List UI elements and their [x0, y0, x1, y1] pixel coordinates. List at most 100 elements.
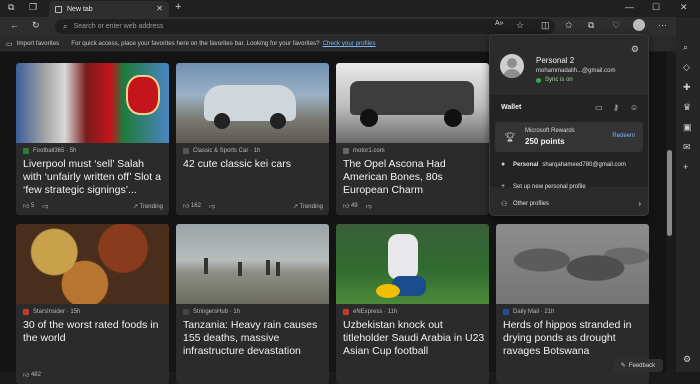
feedback-icon: ✎ — [620, 363, 626, 369]
games-icon[interactable]: ♛ — [683, 102, 691, 113]
source-logo-icon — [183, 309, 189, 315]
card-title[interactable]: Liverpool must ‘sell’ Salah with ‘unfair… — [23, 158, 165, 197]
refresh-icon[interactable]: ↻ — [32, 20, 40, 31]
scrollbar-thumb[interactable] — [667, 150, 672, 236]
source-logo-icon — [343, 148, 349, 154]
minimize-icon[interactable]: — — [625, 2, 634, 12]
card-title[interactable]: Uzbekistan knock out titleholder Saudi A… — [343, 319, 485, 358]
back-icon[interactable]: ← — [10, 20, 19, 30]
source-logo-icon — [23, 148, 29, 154]
card-image — [16, 63, 169, 143]
favorites-icon[interactable]: ✩ — [565, 20, 573, 31]
password-key-icon[interactable]: ⚷ — [613, 103, 619, 112]
card-source: StringersHub · 1h — [183, 309, 240, 315]
card-source: Daily Mail · 21h — [503, 309, 554, 315]
rewards-trophy-icon: 🏆︎ — [504, 132, 516, 142]
browser-essentials-icon[interactable]: ♡ — [612, 20, 620, 31]
add-app-icon[interactable]: + — [683, 162, 688, 172]
sidebar-settings-icon[interactable]: ⚙ — [683, 354, 691, 365]
like-icon[interactable]: 👍︎ — [23, 371, 29, 379]
like-icon[interactable]: 👍︎ — [183, 202, 189, 210]
rewards-card[interactable]: 🏆︎ Microsoft Rewards 250 points Redeem — [495, 122, 643, 152]
read-aloud-icon[interactable]: A» — [495, 20, 504, 27]
search-icon[interactable]: ⌕ — [683, 42, 688, 53]
setup-new-profile-button[interactable]: + Set up new personal profile — [501, 183, 586, 190]
dislike-icon[interactable]: 👎︎ — [42, 202, 48, 210]
address-bar[interactable]: ⌕ Search or enter web address — [55, 19, 555, 34]
profile-avatar — [500, 54, 524, 78]
close-tab-icon[interactable]: ✕ — [156, 4, 163, 13]
profile-avatar-button[interactable] — [633, 19, 645, 31]
favorite-star-icon[interactable]: ☆ — [516, 20, 524, 31]
office-icon[interactable]: ▣ — [683, 122, 692, 133]
feed-scrollbar[interactable] — [666, 52, 674, 372]
trending-label: ↗ Trending — [132, 203, 163, 210]
collections-icon[interactable]: ⧉ — [588, 20, 594, 31]
card-title[interactable]: Herds of hippos stranded in drying ponds… — [503, 319, 645, 358]
card-source: Football365 · 5h — [23, 148, 76, 154]
edge-sidebar: ⌕ ◇ ✚ ♛ ▣ ✉ + ⚙ — [676, 17, 700, 372]
tab-new-tab[interactable]: New tab ✕ — [49, 1, 169, 17]
maximize-icon[interactable]: ☐ — [652, 2, 660, 13]
card-footer: 👍︎ 49 👎︎ — [343, 202, 483, 210]
card-title[interactable]: 30 of the worst rated foods in the world — [23, 319, 165, 345]
card-image — [496, 224, 649, 304]
split-screen-icon[interactable]: ◫ — [541, 20, 550, 31]
like-count: 482 — [30, 372, 41, 378]
card-image — [336, 63, 489, 143]
trending-label: ↗ Trending — [292, 203, 323, 210]
other-profile-entry[interactable]: ● Personal sharqahameed780@gmail.com — [501, 161, 626, 168]
tab-actions-icon[interactable]: ❐ — [29, 2, 37, 13]
dislike-icon[interactable]: 👎︎ — [209, 202, 215, 210]
profile-email: mohammadalih...@gmail.com — [536, 68, 616, 74]
source-logo-icon — [343, 309, 349, 315]
news-card[interactable]: eNExpress · 11h Uzbekistan knock out tit… — [336, 224, 489, 384]
shopping-icon[interactable]: ◇ — [683, 62, 690, 73]
tools-icon[interactable]: ✚ — [683, 82, 691, 93]
chevron-right-icon: › — [638, 199, 641, 208]
redeem-link[interactable]: Redeem — [612, 133, 635, 139]
other-profiles-button[interactable]: ⚇ Other profiles › — [501, 199, 641, 208]
source-logo-icon — [23, 309, 29, 315]
outlook-icon[interactable]: ✉ — [683, 142, 691, 153]
feedback-button[interactable]: ✎ Feedback — [613, 359, 663, 372]
source-logo-icon — [503, 309, 509, 315]
card-source: StarsInsider · 15h — [23, 309, 80, 315]
personal-info-icon[interactable]: ☺ — [630, 103, 638, 112]
card-source: Classic & Sports Car · 1h — [183, 148, 260, 154]
close-window-icon[interactable]: ✕ — [680, 2, 688, 13]
check-profiles-link[interactable]: Check your profiles — [323, 40, 376, 47]
like-icon[interactable]: 👍︎ — [343, 202, 349, 210]
import-favorites-button[interactable]: Import favorites — [17, 40, 60, 47]
news-card[interactable]: StarsInsider · 15h 30 of the worst rated… — [16, 224, 169, 384]
address-placeholder: Search or enter web address — [73, 23, 164, 30]
card-title[interactable]: 42 cute classic kei cars — [183, 158, 325, 171]
like-count: 5 — [30, 203, 35, 209]
news-card[interactable]: motor1.com The Opel Ascona Had American … — [336, 63, 489, 215]
new-tab-button[interactable]: + — [175, 1, 181, 13]
other-profile-tag: Personal — [513, 161, 539, 168]
import-favorites-icon: ▭ — [6, 40, 13, 48]
dislike-icon[interactable]: 👎︎ — [366, 202, 372, 210]
card-title[interactable]: Tanzania: Heavy rain causes 155 deaths, … — [183, 319, 325, 358]
card-image — [176, 224, 329, 304]
news-card[interactable]: Classic & Sports Car · 1h 42 cute classi… — [176, 63, 329, 215]
profile-settings-icon[interactable]: ⚙ — [631, 44, 639, 55]
card-title[interactable]: The Opel Ascona Had American Bones, 80s … — [343, 158, 485, 197]
sync-status[interactable]: Sync is on — [536, 77, 573, 83]
like-icon[interactable]: 👍︎ — [23, 202, 29, 210]
like-count: 49 — [350, 203, 358, 209]
settings-more-icon[interactable]: ⋯ — [658, 20, 667, 31]
wallet-section: Wallet ▭ ⚷ ☺ 🏆︎ Microsoft Rewards 250 po… — [490, 95, 648, 187]
profile-panel: ⚙ Personal 2 mohammadalih...@gmail.com S… — [489, 34, 649, 216]
wallet-title[interactable]: Wallet — [501, 104, 521, 111]
people-icon: ⚇ — [501, 200, 508, 208]
payment-card-icon[interactable]: ▭ — [595, 103, 603, 112]
profile-name: Personal 2 — [536, 56, 575, 65]
like-count: 162 — [190, 203, 201, 209]
card-source: motor1.com — [343, 148, 385, 154]
tab-strip: ⧉ ❐ New tab ✕ + — ☐ ✕ — [0, 0, 700, 17]
workspaces-icon[interactable]: ⧉ — [8, 2, 14, 13]
news-card[interactable]: StringersHub · 1h Tanzania: Heavy rain c… — [176, 224, 329, 384]
news-card[interactable]: Football365 · 5h Liverpool must ‘sell’ S… — [16, 63, 169, 215]
